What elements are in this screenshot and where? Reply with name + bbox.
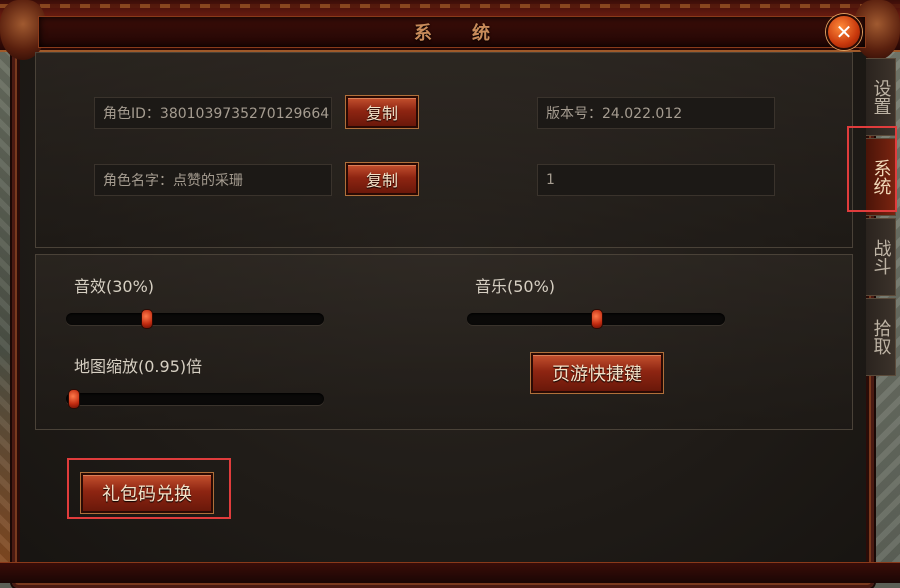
close-icon: ✕	[835, 20, 853, 44]
info-panel	[35, 52, 853, 248]
window-title: 系统	[414, 23, 530, 44]
sound-effect-slider[interactable]	[66, 309, 324, 329]
role-name-field: 角色名字：点赞的采珊	[94, 164, 332, 196]
tab-settings[interactable]: 设置	[866, 58, 896, 136]
sound-effect-slider-knob[interactable]	[141, 309, 154, 329]
tab-settings-label: 设置	[870, 79, 892, 115]
tab-pickup[interactable]: 拾取	[866, 298, 896, 376]
close-button[interactable]: ✕	[826, 14, 862, 50]
tab-combat[interactable]: 战斗	[866, 218, 896, 296]
redeem-gift-code-button[interactable]: 礼包码兑换	[81, 473, 213, 513]
sound-effect-label: 音效(30%)	[74, 277, 155, 296]
music-slider-knob[interactable]	[591, 309, 603, 329]
tab-combat-label: 战斗	[870, 239, 892, 275]
music-label: 音乐(50%)	[475, 277, 556, 296]
tab-pickup-label: 拾取	[870, 319, 892, 355]
map-zoom-slider[interactable]	[66, 389, 324, 409]
copy-role-name-button[interactable]: 复制	[346, 163, 418, 195]
extra-value-field: 1	[537, 164, 775, 196]
web-game-hotkeys-button[interactable]: 页游快捷键	[531, 353, 663, 393]
tab-system-label: 系统	[870, 159, 892, 195]
copy-role-id-button[interactable]: 复制	[346, 96, 418, 128]
music-slider[interactable]	[467, 309, 725, 329]
tab-system[interactable]: 系统	[866, 138, 896, 216]
role-id-field: 角色ID：3801039735270129664	[94, 97, 332, 129]
version-field: 版本号：24.022.012	[537, 97, 775, 129]
title-bar: 系统	[38, 16, 866, 48]
map-zoom-slider-knob[interactable]	[68, 389, 80, 409]
map-zoom-label: 地图缩放(0.95)倍	[74, 357, 203, 376]
window-bottom-frame	[0, 562, 900, 583]
